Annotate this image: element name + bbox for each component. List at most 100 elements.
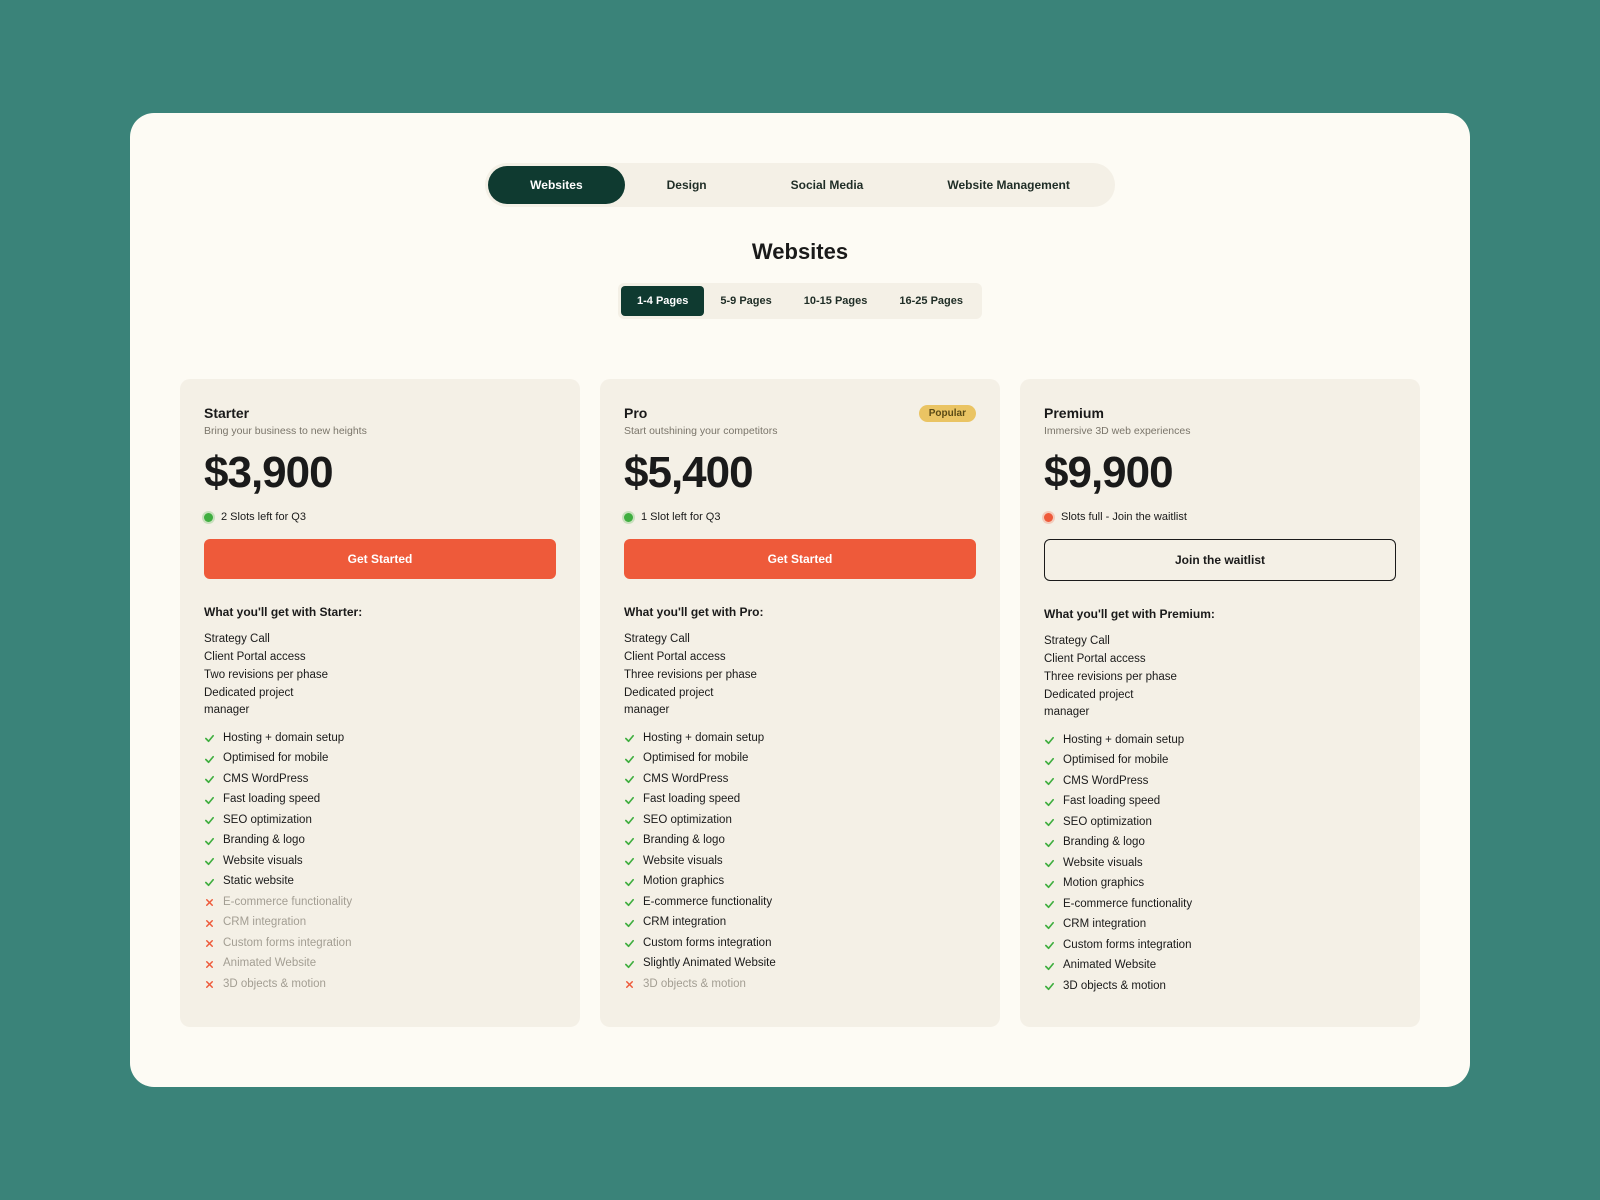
feature-label: CMS WordPress — [223, 774, 308, 786]
category-tab[interactable]: Websites — [488, 166, 624, 204]
check-icon — [1044, 776, 1055, 787]
page-range-tab[interactable]: 5-9 Pages — [704, 286, 787, 316]
feature-item: 3D objects & motion — [1044, 976, 1396, 997]
feature-list: Hosting + domain setupOptimised for mobi… — [624, 728, 976, 995]
feature-item: Static website — [204, 872, 556, 893]
pricing-frame: WebsitesDesignSocial MediaWebsite Manage… — [130, 113, 1470, 1087]
feature-item: CRM integration — [624, 913, 976, 934]
x-icon — [204, 918, 215, 929]
feature-item: E-commerce functionality — [1044, 894, 1396, 915]
feature-item: Motion graphics — [624, 872, 976, 893]
plan-name: Premium — [1044, 405, 1190, 421]
check-icon — [624, 938, 635, 949]
feature-label: Branding & logo — [643, 835, 725, 847]
check-icon — [624, 774, 635, 785]
join-waitlist-button[interactable]: Join the waitlist — [1044, 539, 1396, 581]
check-icon — [1044, 981, 1055, 992]
feature-label: Optimised for mobile — [223, 753, 328, 765]
availability-row: 1 Slot left for Q3 — [624, 511, 976, 523]
feature-item: Branding & logo — [1044, 833, 1396, 854]
feature-item: CMS WordPress — [624, 769, 976, 790]
page-range-tabs-container: 1-4 Pages5-9 Pages10-15 Pages16-25 Pages — [180, 283, 1420, 319]
availability-row: Slots full - Join the waitlist — [1044, 511, 1396, 523]
category-tab[interactable]: Design — [625, 166, 749, 204]
check-icon — [624, 733, 635, 744]
feature-label: SEO optimization — [223, 815, 312, 827]
base-inclusion-item: Strategy Call — [204, 631, 556, 649]
plan-tagline: Bring your business to new heights — [204, 425, 367, 437]
feature-label: E-commerce functionality — [1063, 899, 1192, 911]
feature-list: Hosting + domain setup Optimised for mobi… — [204, 728, 556, 995]
check-icon — [624, 918, 635, 929]
feature-label: SEO optimization — [1063, 817, 1152, 829]
status-dot-full-icon — [1044, 513, 1053, 522]
feature-item: Branding & logo — [624, 831, 976, 852]
feature-label: Branding & logo — [1063, 837, 1145, 849]
feature-item: Branding & logo — [204, 831, 556, 852]
feature-item: Custom forms integration — [204, 933, 556, 954]
feature-label: Hosting + domain setup — [223, 733, 344, 745]
check-icon — [204, 754, 215, 765]
feature-label: Custom forms integration — [1063, 940, 1191, 952]
check-icon — [1044, 797, 1055, 808]
x-icon — [204, 938, 215, 949]
check-icon — [624, 815, 635, 826]
feature-item: CRM integration — [1044, 915, 1396, 936]
page-range-tab[interactable]: 1-4 Pages — [621, 286, 704, 316]
get-started-button[interactable]: Get Started — [624, 539, 976, 579]
status-dot-available-icon — [204, 513, 213, 522]
x-icon — [624, 979, 635, 990]
category-tab[interactable]: Social Media — [749, 166, 906, 204]
availability-text: 1 Slot left for Q3 — [641, 511, 720, 523]
pricing-card: PremiumImmersive 3D web experiences$9,90… — [1020, 379, 1420, 1027]
check-icon — [624, 856, 635, 867]
card-header: ProStart outshining your competitorsPopu… — [624, 405, 976, 451]
page-range-tab[interactable]: 16-25 Pages — [883, 286, 979, 316]
category-tab[interactable]: Website Management — [905, 166, 1111, 204]
get-started-button[interactable]: Get Started — [204, 539, 556, 579]
page-range-tab[interactable]: 10-15 Pages — [788, 286, 884, 316]
check-icon — [624, 897, 635, 908]
feature-item: Fast loading speed — [624, 790, 976, 811]
base-inclusions-list: Strategy CallClient Portal accessThree r… — [624, 631, 976, 720]
feature-item: Hosting + domain setup — [624, 728, 976, 749]
category-tabs-container: WebsitesDesignSocial MediaWebsite Manage… — [180, 163, 1420, 207]
feature-item: CRM integration — [204, 913, 556, 934]
feature-item: SEO optimization — [204, 810, 556, 831]
feature-item: Website visuals — [624, 851, 976, 872]
check-icon — [1044, 838, 1055, 849]
feature-list: Hosting + domain setupOptimised for mobi… — [1044, 730, 1396, 997]
feature-item: Hosting + domain setup — [1044, 730, 1396, 751]
x-icon — [204, 979, 215, 990]
availability-row: 2 Slots left for Q3 — [204, 511, 556, 523]
section-title: Websites — [180, 239, 1420, 265]
check-icon — [1044, 920, 1055, 931]
plan-price: $3,900 — [204, 451, 556, 495]
feature-label: Custom forms integration — [643, 938, 771, 950]
base-inclusion-item: Client Portal access — [624, 649, 976, 667]
feature-item: Hosting + domain setup — [204, 728, 556, 749]
check-icon — [1044, 817, 1055, 828]
feature-item: Custom forms integration — [1044, 935, 1396, 956]
page-range-tabs: 1-4 Pages5-9 Pages10-15 Pages16-25 Pages — [618, 283, 982, 319]
feature-label: Motion graphics — [643, 876, 724, 888]
check-icon — [204, 877, 215, 888]
feature-item: E-commerce functionality — [624, 892, 976, 913]
check-icon — [624, 754, 635, 765]
base-inclusion-item: Three revisions per phase — [624, 667, 976, 685]
feature-label: CRM integration — [1063, 919, 1146, 931]
feature-item: Animated Website — [1044, 956, 1396, 977]
feature-item: SEO optimization — [624, 810, 976, 831]
base-inclusions-list: Strategy CallClient Portal accessThree r… — [1044, 633, 1396, 722]
feature-label: Website visuals — [643, 856, 723, 868]
check-icon — [1044, 879, 1055, 890]
feature-item: CMS WordPress — [204, 769, 556, 790]
feature-label: Website visuals — [223, 856, 303, 868]
check-icon — [1044, 940, 1055, 951]
check-icon — [624, 836, 635, 847]
feature-label: Website visuals — [1063, 858, 1143, 870]
base-inclusion-item: manager — [1044, 704, 1396, 722]
check-icon — [1044, 961, 1055, 972]
check-icon — [624, 795, 635, 806]
feature-item: 3D objects & motion — [624, 974, 976, 995]
